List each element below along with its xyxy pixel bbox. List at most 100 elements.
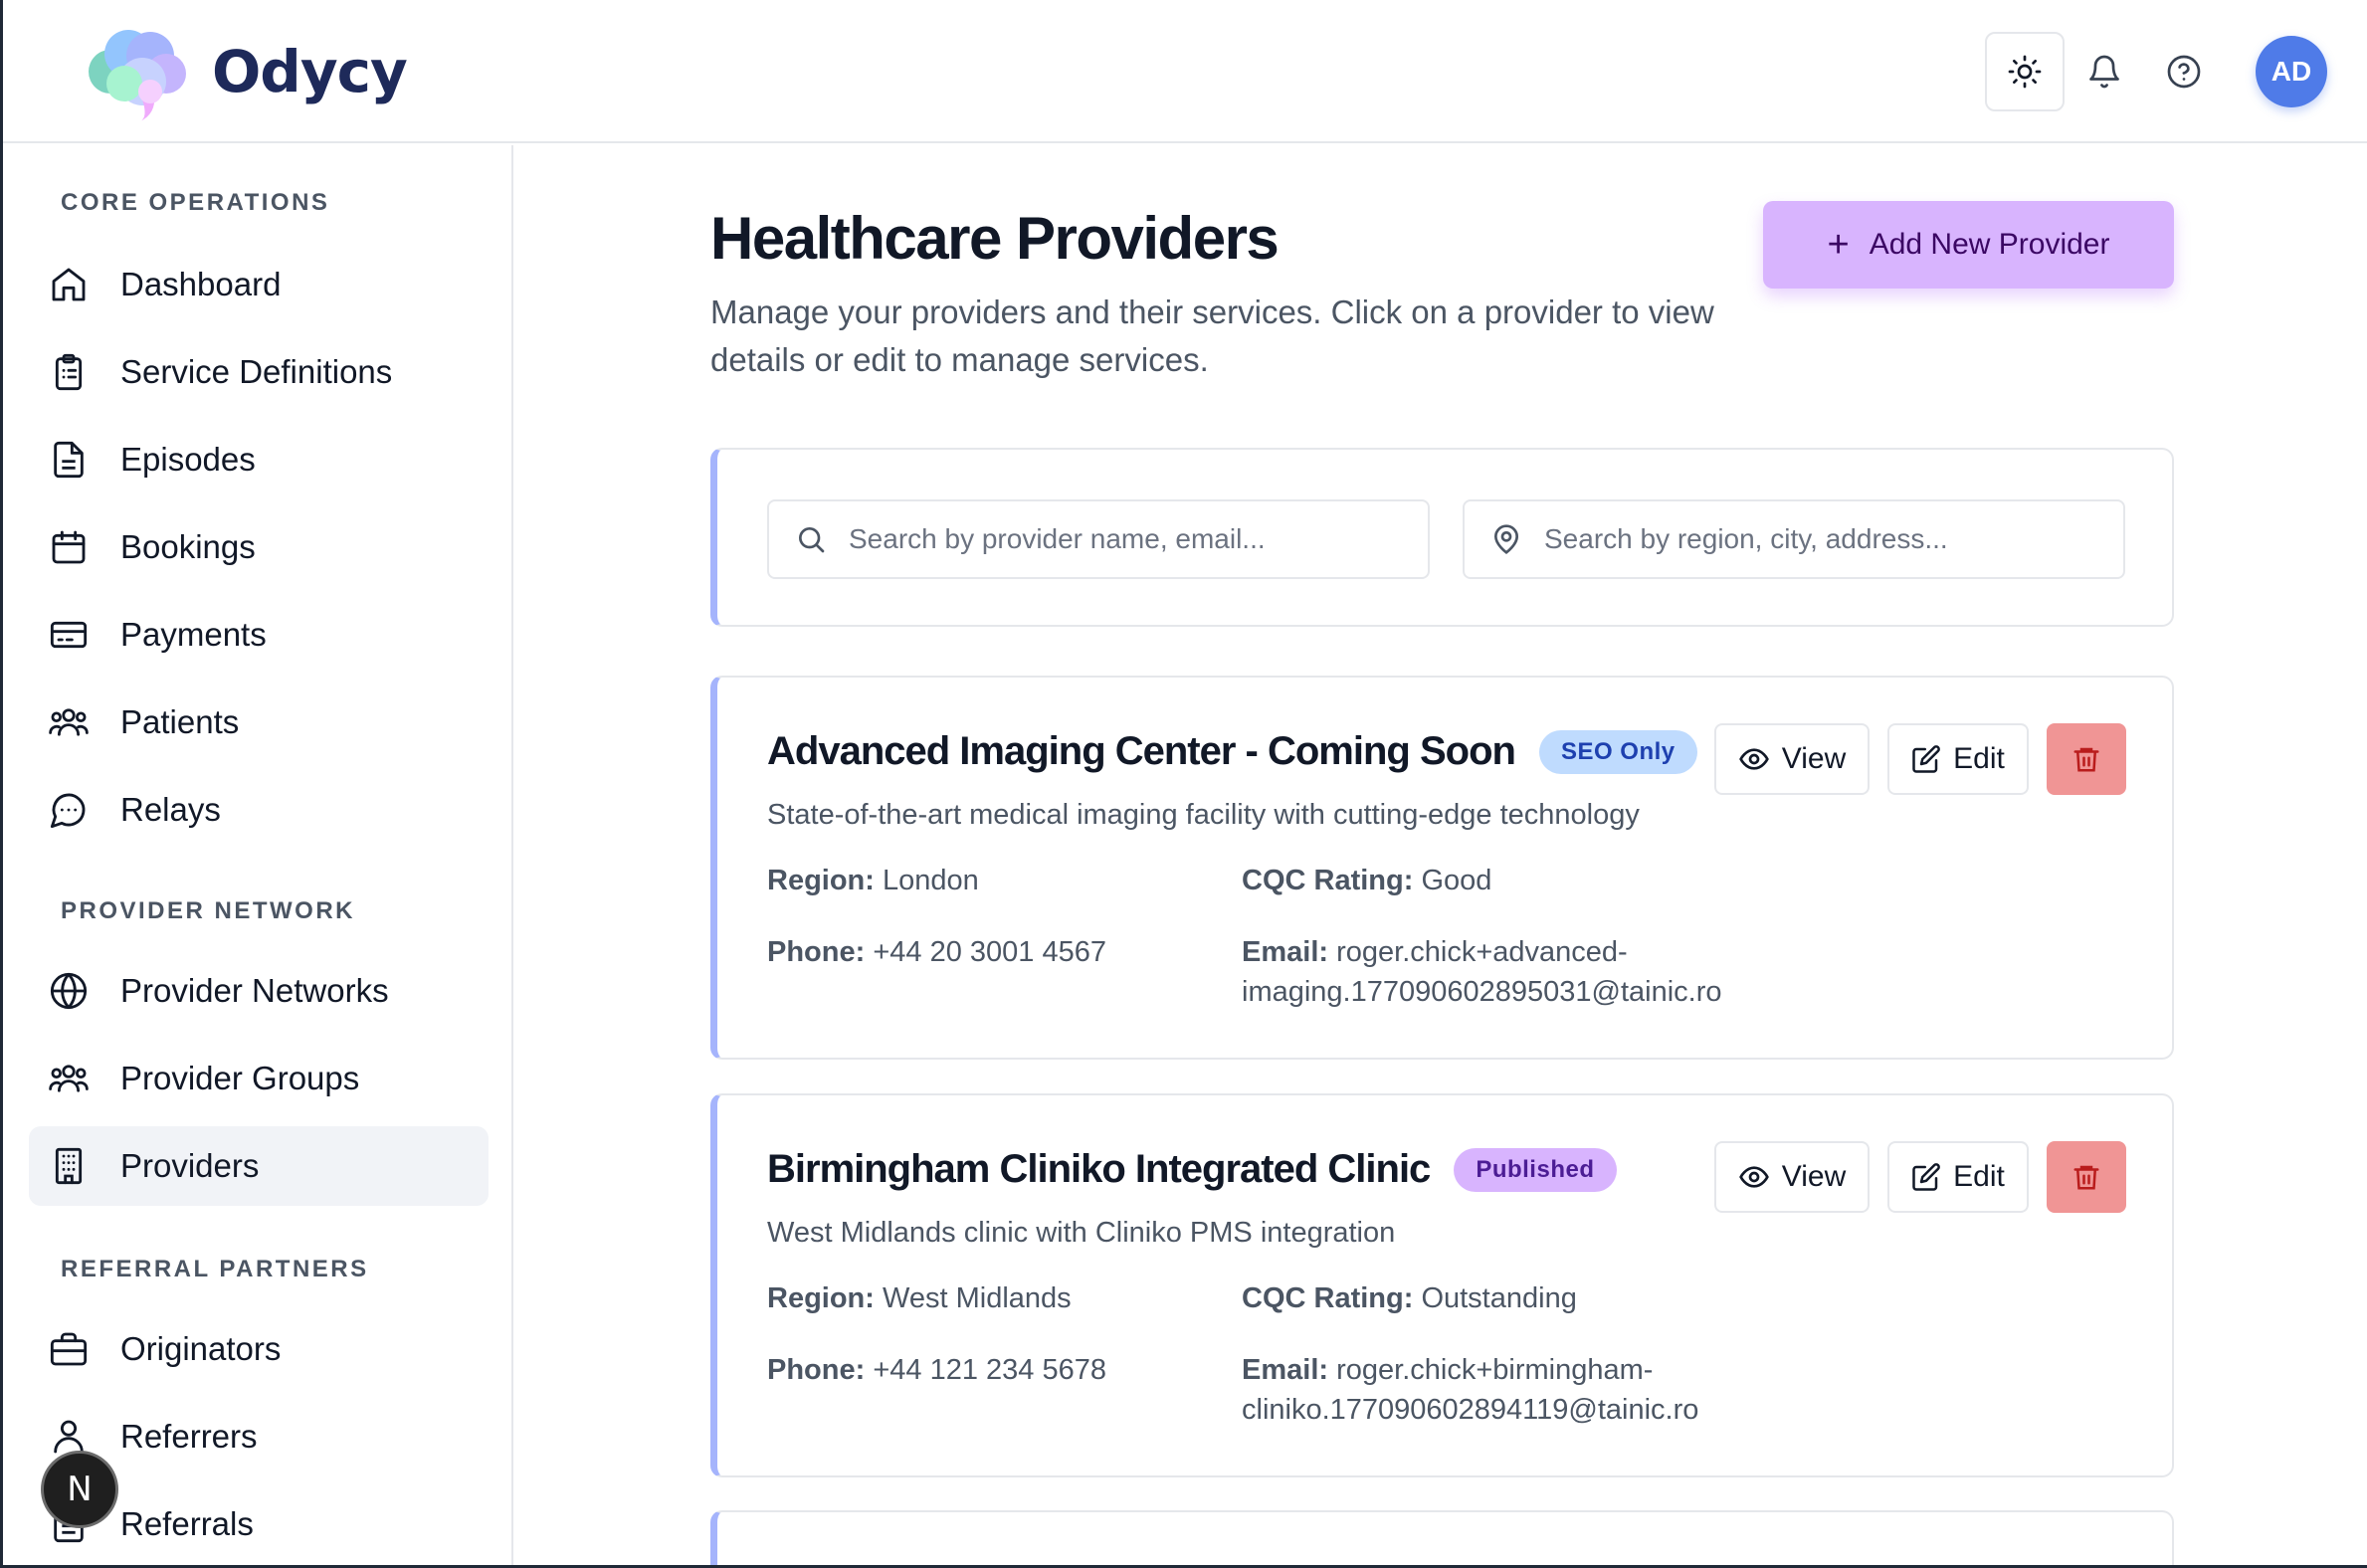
view-button[interactable]: View <box>1714 1141 1870 1213</box>
sidebar-item-label: Referrers <box>120 1418 258 1455</box>
search-card <box>710 448 2174 627</box>
sidebar-item-label: Service Definitions <box>120 353 393 390</box>
sidebar-item-service-definitions[interactable]: Service Definitions <box>29 332 489 412</box>
sidebar-item-originators[interactable]: Originators <box>29 1309 489 1389</box>
region-label: Region: <box>767 1282 875 1314</box>
edit-label: Edit <box>1953 742 2005 775</box>
sidebar-item-provider-groups[interactable]: Provider Groups <box>29 1039 489 1118</box>
sidebar-item-providers[interactable]: Providers <box>29 1126 489 1206</box>
page-title: Healthcare Providers <box>710 205 1280 272</box>
email-value-line2: cliniko.177090602894119@tainic.ro <box>1242 1394 1699 1426</box>
briefcase-icon <box>45 1325 93 1373</box>
calendar-icon <box>45 523 93 571</box>
status-badge: Published <box>1454 1147 1617 1192</box>
provider-name[interactable]: Advanced Imaging Center - Coming Soon <box>767 729 1516 774</box>
view-label: View <box>1781 742 1847 775</box>
brain-logo-icon <box>81 22 194 121</box>
provider-description: State-of-the-art medical imaging facilit… <box>767 799 1640 831</box>
app-name: Odycy <box>212 38 408 105</box>
cqc-label: CQC Rating: <box>1242 865 1414 896</box>
users-icon <box>45 698 93 746</box>
map-pin-icon <box>1493 524 1519 555</box>
view-label: View <box>1781 1160 1847 1193</box>
region-value: West Midlands <box>883 1282 1072 1314</box>
email-value-line2: imaging.177090602895031@tainic.ro <box>1242 976 1722 1008</box>
user-avatar[interactable]: AD <box>2256 36 2327 107</box>
app-frame: Odycy AD CORE OPERATIONS Dashboard Servi… <box>0 0 2367 1568</box>
provider-cqc-rating: CQC Rating: Good <box>1242 861 1491 900</box>
plus-icon: + <box>1827 223 1850 266</box>
provider-email: Email: roger.chick+advanced- imaging.177… <box>1242 932 1722 1012</box>
cqc-value: Outstanding <box>1421 1282 1577 1314</box>
provider-region: Region: West Midlands <box>767 1278 1072 1318</box>
top-header: Odycy AD <box>3 0 2367 143</box>
delete-button[interactable] <box>2047 723 2126 795</box>
cqc-label: CQC Rating: <box>1242 1282 1414 1314</box>
provider-phone: Phone: +44 20 3001 4567 <box>767 932 1106 972</box>
sidebar: CORE OPERATIONS Dashboard Service Defini… <box>3 145 513 1565</box>
provider-search-box[interactable] <box>767 499 1430 579</box>
credit-card-icon <box>45 611 93 659</box>
region-search-box[interactable] <box>1463 499 2125 579</box>
chat-icon <box>45 786 93 834</box>
sidebar-item-label: Provider Networks <box>120 972 389 1009</box>
section-title-provider-network: PROVIDER NETWORK <box>61 897 356 924</box>
sidebar-item-patients[interactable]: Patients <box>29 683 489 762</box>
sidebar-item-bookings[interactable]: Bookings <box>29 507 489 587</box>
sidebar-item-label: Provider Groups <box>120 1060 360 1096</box>
trash-icon <box>2073 1165 2099 1190</box>
region-search-input[interactable] <box>1544 523 2101 555</box>
provider-cqc-rating: CQC Rating: Outstanding <box>1242 1278 1577 1318</box>
edit-icon <box>1912 1163 1941 1191</box>
sidebar-item-label: Episodes <box>120 441 256 478</box>
search-icon <box>799 527 825 553</box>
phone-value: +44 121 234 5678 <box>873 1354 1106 1386</box>
sidebar-item-label: Patients <box>120 703 240 740</box>
status-badge: SEO Only <box>1538 729 1697 774</box>
edit-icon <box>1912 745 1941 773</box>
sidebar-item-label: Originators <box>120 1330 282 1367</box>
header-actions: AD <box>1985 30 2327 113</box>
provider-name[interactable]: Birmingham Cliniko Integrated Clinic <box>767 1147 1431 1192</box>
provider-name-row: Advanced Imaging Center - Coming Soon SE… <box>767 729 1697 774</box>
sidebar-item-provider-networks[interactable]: Provider Networks <box>29 951 489 1031</box>
email-value-line1: roger.chick+birmingham- <box>1336 1354 1654 1386</box>
provider-card[interactable]: Advanced Imaging Center - Coming Soon SE… <box>710 676 2174 1060</box>
provider-actions: View Edit <box>1696 723 2126 795</box>
provider-card[interactable]: Birmingham Cliniko Integrated Clinic Pub… <box>710 1093 2174 1477</box>
page-subtitle: Manage your providers and their services… <box>710 294 1714 378</box>
sidebar-item-dashboard[interactable]: Dashboard <box>29 245 489 324</box>
help-circle-icon <box>2167 55 2201 89</box>
sidebar-item-label: Dashboard <box>120 266 282 302</box>
clipboard-icon <box>45 348 93 396</box>
users-icon <box>45 1055 93 1102</box>
add-new-provider-label: Add New Provider <box>1869 228 2110 261</box>
provider-phone: Phone: +44 121 234 5678 <box>767 1350 1106 1390</box>
globe-icon <box>45 967 93 1015</box>
floating-n-badge[interactable]: N <box>41 1451 118 1528</box>
theme-toggle-button[interactable] <box>1985 32 2065 111</box>
email-label: Email: <box>1242 936 1329 968</box>
edit-button[interactable]: Edit <box>1887 1141 2029 1213</box>
provider-actions: View Edit <box>1696 1141 2126 1213</box>
section-title-core-operations: CORE OPERATIONS <box>61 189 330 216</box>
sun-icon <box>2008 55 2042 89</box>
add-new-provider-button[interactable]: + Add New Provider <box>1763 201 2174 289</box>
sidebar-item-episodes[interactable]: Episodes <box>29 420 489 499</box>
phone-value: +44 20 3001 4567 <box>873 936 1106 968</box>
edit-label: Edit <box>1953 1160 2005 1193</box>
view-button[interactable]: View <box>1714 723 1870 795</box>
help-button[interactable] <box>2144 32 2224 111</box>
phone-label: Phone: <box>767 1354 866 1386</box>
edit-button[interactable]: Edit <box>1887 723 2029 795</box>
provider-search-input[interactable] <box>849 523 1406 555</box>
sidebar-item-label: Relays <box>120 791 221 828</box>
delete-button[interactable] <box>2047 1141 2126 1213</box>
provider-region: Region: London <box>767 861 979 900</box>
provider-card-partial[interactable] <box>710 1510 2174 1565</box>
sidebar-item-relays[interactable]: Relays <box>29 770 489 850</box>
region-label: Region: <box>767 865 875 896</box>
sidebar-item-payments[interactable]: Payments <box>29 595 489 675</box>
notifications-button[interactable] <box>2065 32 2144 111</box>
logo[interactable]: Odycy <box>81 22 408 121</box>
